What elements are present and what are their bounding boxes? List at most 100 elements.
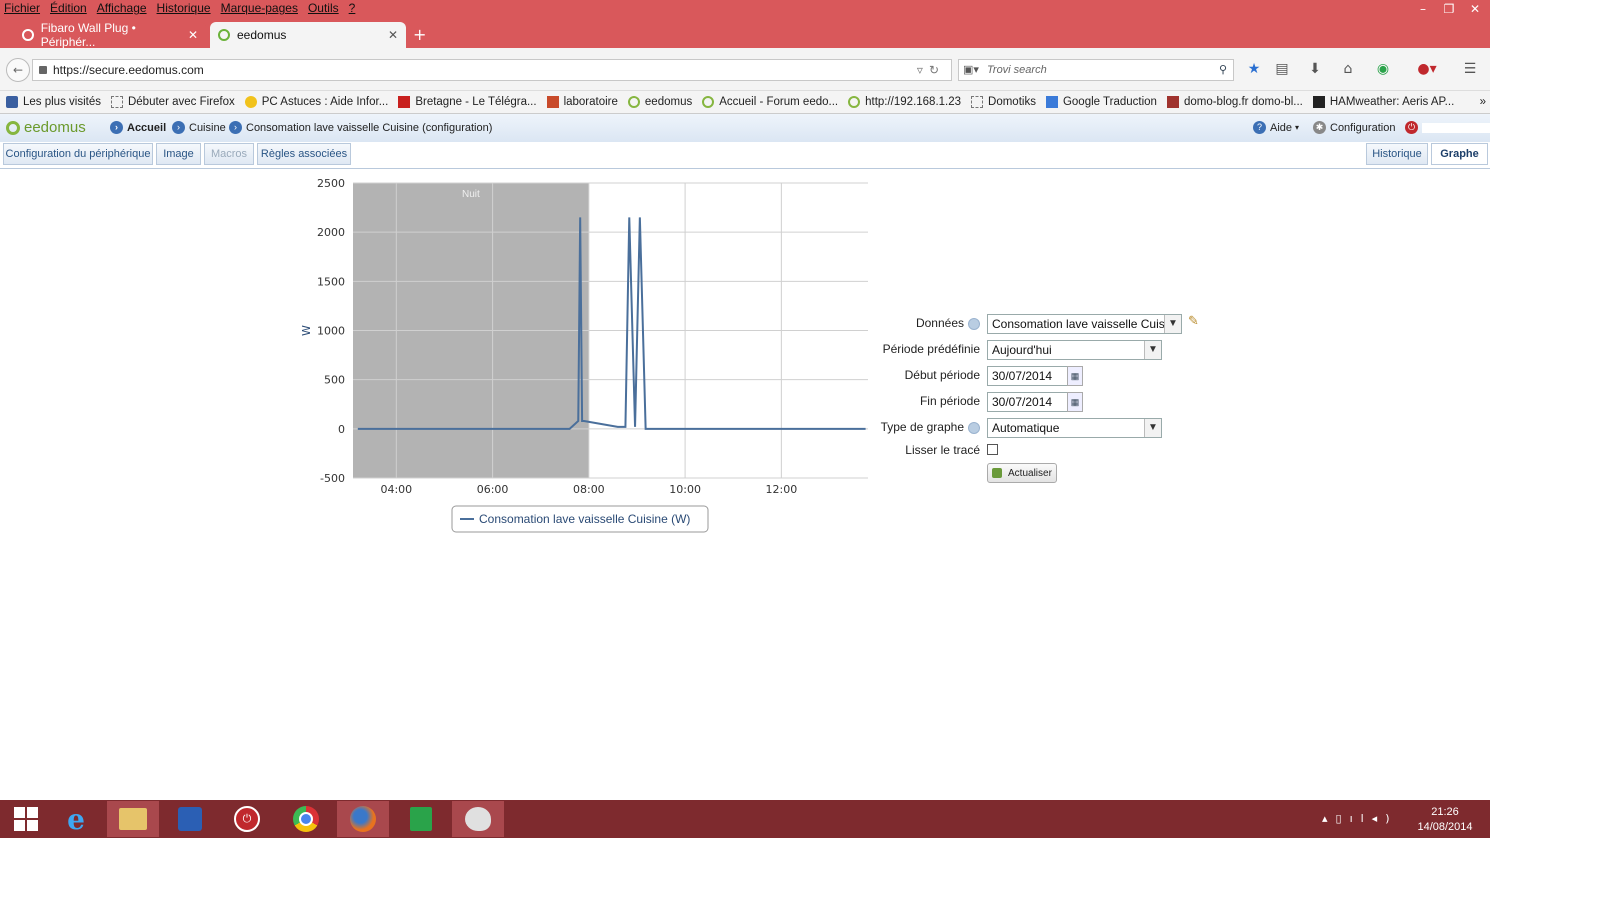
- taskbar-ie[interactable]: e: [50, 801, 102, 837]
- help-icon[interactable]: [968, 317, 980, 330]
- bookmark-item[interactable]: laboratoire: [546, 96, 618, 108]
- download-icon[interactable]: ⬇: [1306, 61, 1324, 79]
- system-tray[interactable]: ▴▯ıl◂): [1322, 812, 1398, 825]
- tab-fibaro[interactable]: Fibaro Wall Plug • Périphér... ✕: [14, 21, 206, 49]
- bookmark-item[interactable]: http://192.168.1.23: [848, 96, 961, 108]
- x-tick-label: 06:00: [477, 483, 509, 496]
- home-icon[interactable]: ⌂: [1339, 61, 1357, 79]
- taskbar-shutdown[interactable]: ⏻: [221, 801, 273, 837]
- taskbar-clock[interactable]: 21:26 14/08/2014: [1412, 805, 1478, 835]
- eedomus-logo[interactable]: eedomus: [6, 119, 86, 136]
- start-button[interactable]: [0, 801, 52, 837]
- user-name-redacted: [1422, 122, 1492, 133]
- more-bookmarks-icon[interactable]: »: [1480, 96, 1486, 108]
- pencil-icon[interactable]: ✎: [1188, 314, 1199, 329]
- search-input[interactable]: ▣▾ Trovi search ⚲: [958, 59, 1234, 81]
- close-icon[interactable]: ✕: [388, 28, 398, 42]
- fin-date-input[interactable]: 30/07/2014 ▦: [987, 392, 1083, 412]
- refresh-icon: [992, 468, 1002, 478]
- url-bar[interactable]: https://secure.eedomus.com ▿↻: [32, 59, 952, 81]
- new-tab-icon[interactable]: +: [413, 25, 426, 44]
- search-icon[interactable]: ⚲: [1219, 63, 1227, 76]
- taskbar-app[interactable]: [164, 801, 216, 837]
- menu-affichage[interactable]: Affichage: [97, 1, 147, 15]
- domo-blog-icon: [1166, 96, 1179, 108]
- bookmark-item[interactable]: PC Astuces : Aide Infor...: [244, 96, 388, 108]
- search-placeholder: Trovi search: [987, 64, 1047, 76]
- telegramme-icon: [398, 96, 411, 108]
- configuration-menu[interactable]: ✱ Configuration: [1313, 121, 1395, 134]
- menu-edition[interactable]: Édition: [50, 1, 87, 15]
- bookmark-item[interactable]: Google Traduction: [1045, 96, 1157, 108]
- refresh-button[interactable]: Actualiser: [987, 463, 1057, 483]
- lisser-checkbox[interactable]: [987, 444, 998, 455]
- taskbar-firefox[interactable]: [337, 801, 389, 837]
- back-arrow-icon[interactable]: ←: [6, 58, 30, 82]
- x-tick-label: 12:00: [766, 483, 798, 496]
- search-engine-icon[interactable]: ▣▾: [963, 63, 979, 76]
- calendar-icon[interactable]: ▦: [1067, 392, 1083, 412]
- bookmark-item[interactable]: HAMweather: Aeris AP...: [1312, 96, 1454, 108]
- bookmark-item[interactable]: domo-blog.fr domo-bl...: [1166, 96, 1303, 108]
- breadcrumb-cuisine[interactable]: › Cuisine: [172, 121, 226, 134]
- maximize-button[interactable]: ❐: [1436, 0, 1462, 18]
- bookmarks-list-icon[interactable]: ▤: [1273, 61, 1291, 79]
- minimize-button[interactable]: –: [1410, 0, 1436, 18]
- menu-hamburger-icon[interactable]: ☰: [1461, 61, 1479, 79]
- debut-label: Début période: [904, 368, 980, 382]
- taskbar-store[interactable]: [395, 801, 447, 837]
- tab-graphe[interactable]: Graphe: [1431, 143, 1488, 165]
- taskbar-explorer[interactable]: [107, 801, 159, 837]
- chevron-down-icon: ▼: [1144, 341, 1161, 359]
- bookmark-item[interactable]: Bretagne - Le Télégra...: [398, 96, 537, 108]
- hamweather-icon: [1312, 96, 1325, 108]
- bookmark-item[interactable]: Débuter avec Firefox: [110, 96, 235, 108]
- x-tick-label: 10:00: [669, 483, 701, 496]
- menu-marque-pages[interactable]: Marque-pages: [221, 1, 298, 15]
- type-select[interactable]: Automatique ▼: [987, 418, 1162, 438]
- lab-icon: [546, 96, 559, 108]
- bookmarks-toolbar: Les plus visités Débuter avec Firefox PC…: [0, 91, 1490, 114]
- bookmark-item[interactable]: Les plus visités: [6, 96, 101, 108]
- close-window-button[interactable]: ✕: [1462, 0, 1488, 18]
- help-menu[interactable]: ? Aide ▾: [1253, 121, 1299, 134]
- menu-outils[interactable]: Outils: [308, 1, 339, 15]
- donnees-select[interactable]: Consomation lave vaisselle Cuisine ▼: [987, 314, 1182, 334]
- bookmark-item[interactable]: eedomus: [627, 96, 692, 108]
- help-icon[interactable]: [968, 421, 980, 434]
- tab-image[interactable]: Image: [156, 143, 201, 165]
- bookmark-star-icon[interactable]: ★: [1245, 61, 1263, 79]
- adblock-icon[interactable]: ●▾: [1414, 61, 1440, 79]
- x-tick-label: 04:00: [380, 483, 412, 496]
- page-icon: [110, 96, 123, 108]
- menu-fichier[interactable]: Fichier: [4, 1, 40, 15]
- menu-help[interactable]: ?: [349, 1, 356, 15]
- debut-date-input[interactable]: 30/07/2014 ▦: [987, 366, 1083, 386]
- tab-historique[interactable]: Historique: [1366, 143, 1428, 165]
- logo-icon: [6, 120, 20, 135]
- periode-select[interactable]: Aujourd'hui ▼: [987, 340, 1162, 360]
- bookmark-item[interactable]: Domotiks: [971, 96, 1036, 108]
- tab-configuration[interactable]: Configuration du périphérique: [3, 143, 153, 165]
- breadcrumb-accueil[interactable]: › Accueil: [110, 121, 166, 134]
- user-menu[interactable]: ⏻: [1405, 121, 1492, 134]
- bulb-icon: [244, 96, 257, 108]
- close-icon[interactable]: ✕: [188, 28, 198, 42]
- tab-eedomus[interactable]: eedomus ✕: [210, 22, 406, 48]
- tab-favicon-icon: [218, 29, 230, 41]
- reload-icon[interactable]: ▿↻: [917, 63, 945, 77]
- extension-icon[interactable]: ◉: [1374, 61, 1392, 79]
- tab-favicon-icon: [22, 29, 34, 41]
- eedomus-icon: [848, 96, 861, 108]
- folder-icon: [119, 808, 147, 830]
- calendar-icon[interactable]: ▦: [1067, 366, 1083, 386]
- tab-regles[interactable]: Règles associées: [257, 143, 351, 165]
- taskbar-paint[interactable]: [452, 801, 504, 837]
- breadcrumb-config[interactable]: › Consomation lave vaisselle Cuisine (con…: [229, 121, 492, 134]
- menu-historique[interactable]: Historique: [157, 1, 211, 15]
- bookmark-item[interactable]: Accueil - Forum eedo...: [702, 96, 838, 108]
- arrow-icon: ›: [229, 121, 242, 134]
- chart-svg: Nuit 2500 2000 1500 1000 500 0 -500 04:00 06:00 08…: [300, 177, 868, 533]
- taskbar-chrome[interactable]: [280, 801, 332, 837]
- arrow-icon: ›: [172, 121, 185, 134]
